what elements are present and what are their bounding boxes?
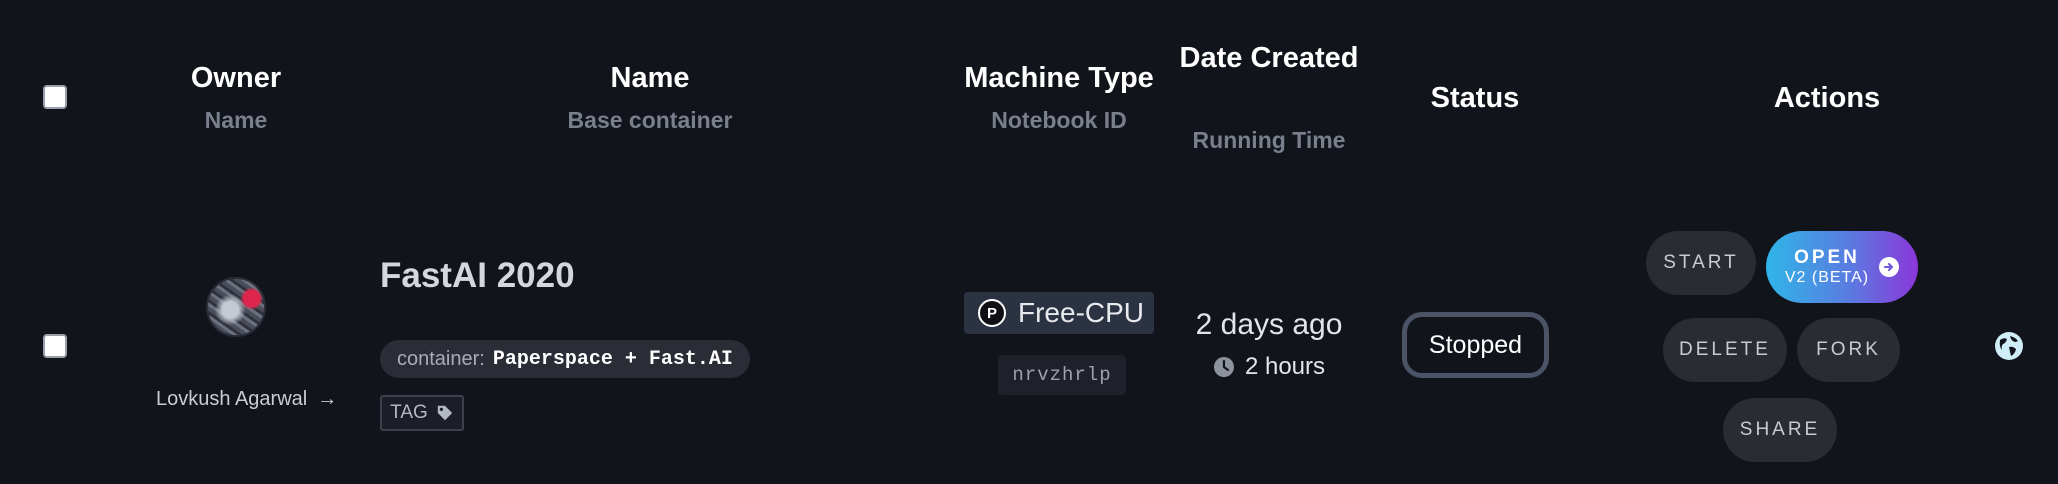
header-date-created[interactable]: Date Created [1180, 42, 1359, 75]
header-machine-type[interactable]: Machine Type [964, 62, 1154, 95]
tag-label: TAG [390, 402, 428, 423]
fork-button[interactable]: FORK [1797, 318, 1900, 382]
header-running-time[interactable]: Running Time [1193, 127, 1346, 154]
running-time: 2 hours [1213, 353, 1325, 381]
notebook-id: nrvzhrlp [998, 355, 1126, 395]
start-button[interactable]: START [1646, 231, 1756, 295]
delete-button[interactable]: DELETE [1663, 318, 1787, 382]
header-actions: Actions [1773, 82, 1881, 114]
machine-type-badge: P Free-CPU [964, 292, 1154, 334]
arrow-right-icon: → [317, 388, 338, 410]
arrow-circle-right-icon [1879, 257, 1900, 277]
date-created: 2 days ago [1195, 308, 1343, 341]
add-tag-button[interactable]: TAG [380, 395, 464, 431]
header-name-sub[interactable]: Base container [568, 107, 733, 134]
header-owner[interactable]: Owner [191, 62, 281, 95]
owner-link[interactable]: Lovkush Agarwal → [156, 388, 342, 411]
clock-icon [1213, 357, 1234, 377]
tag-icon [437, 405, 453, 421]
row-select-checkbox[interactable] [43, 334, 67, 358]
status-badge: Stopped [1402, 312, 1549, 378]
paperspace-p-icon: P [978, 299, 1006, 327]
select-all-checkbox[interactable] [43, 85, 67, 109]
notebooks-table: Owner Name Name Base container Machine T… [0, 0, 2058, 484]
open-v2-button[interactable]: OPEN V2 (BETA) [1766, 231, 1918, 303]
header-machine-type-sub[interactable]: Notebook ID [991, 107, 1126, 134]
machine-type-label: Free-CPU [1018, 297, 1145, 328]
notebook-title[interactable]: FastAI 2020 [380, 256, 575, 296]
running-time-label: 2 hours [1244, 353, 1326, 380]
header-owner-sub[interactable]: Name [205, 107, 268, 134]
open-sub-label: V2 (BETA) [1784, 268, 1870, 286]
globe-icon[interactable] [1994, 331, 2024, 361]
open-label: OPEN [1794, 246, 1860, 268]
owner-name: Lovkush Agarwal [156, 388, 308, 410]
container-label: container: [397, 347, 485, 370]
container-value: Paperspace + Fast.AI [492, 347, 733, 371]
share-button[interactable]: SHARE [1723, 398, 1837, 462]
header-status[interactable]: Status [1431, 82, 1520, 115]
container-badge: container: Paperspace + Fast.AI [380, 340, 750, 378]
avatar [206, 277, 266, 337]
header-name[interactable]: Name [611, 62, 690, 95]
